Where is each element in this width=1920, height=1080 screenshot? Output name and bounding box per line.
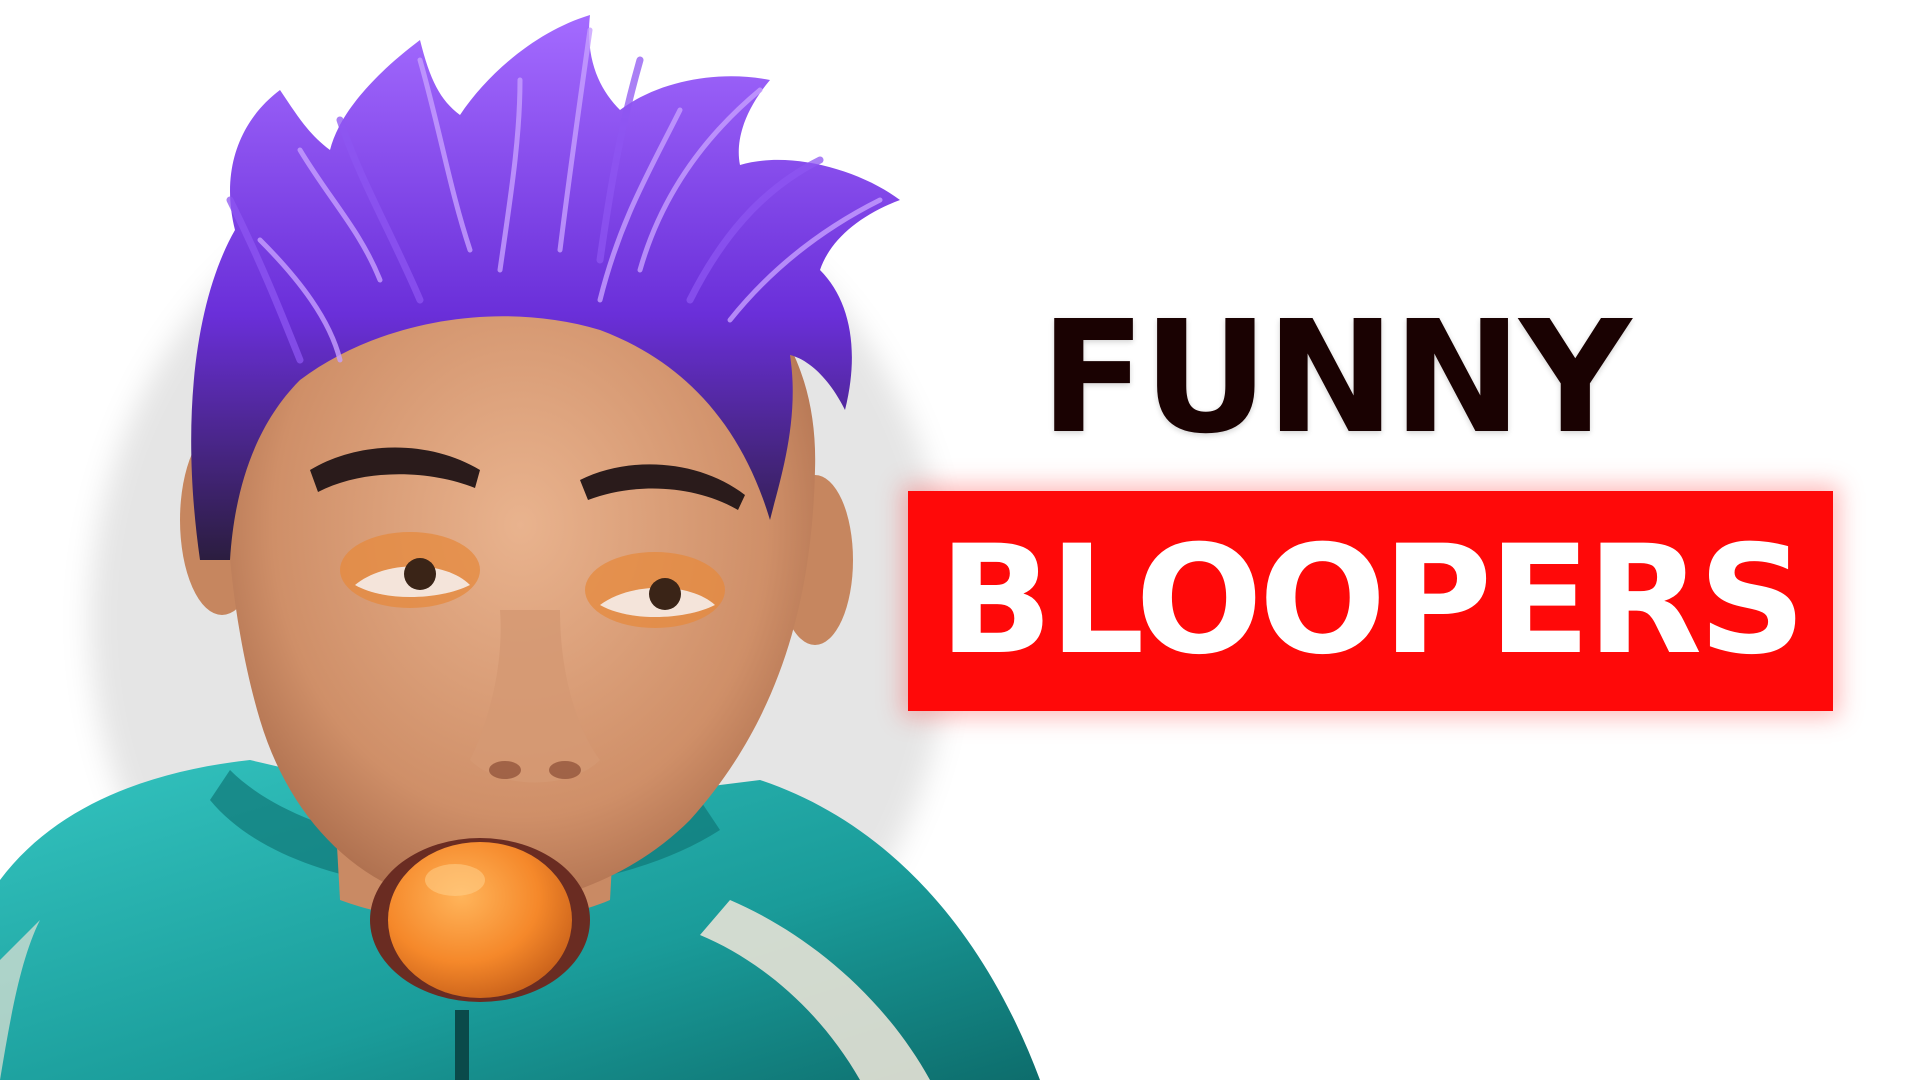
- person-photo: [0, 15, 1040, 1080]
- title-banner: BLOOPERS: [908, 491, 1833, 711]
- orange-ball: [388, 842, 572, 998]
- title-line-funny: FUNNY: [1040, 287, 1631, 468]
- thumbnail-canvas: FUNNY BLOOPERS: [0, 0, 1920, 1080]
- title-line-bloopers: BLOOPERS: [938, 514, 1807, 688]
